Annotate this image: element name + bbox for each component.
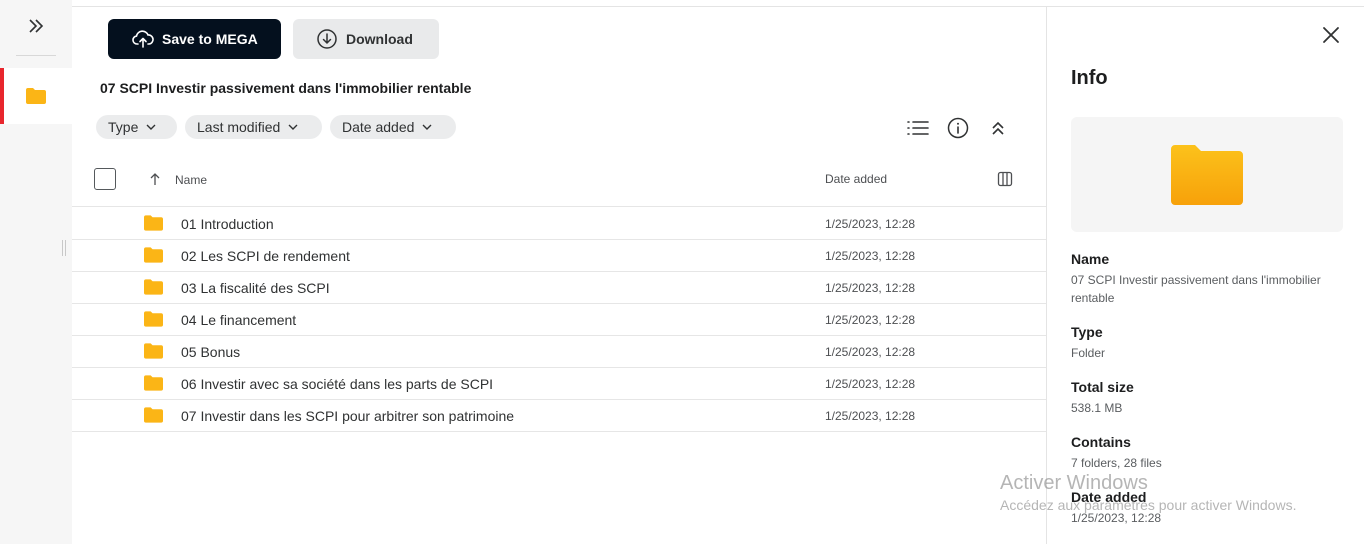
- folder-icon: [144, 407, 163, 423]
- folder-icon: [1171, 144, 1243, 205]
- folder-icon: [144, 247, 163, 263]
- info-icon: [947, 117, 969, 139]
- info-type-label: Type: [1071, 324, 1103, 340]
- row-name: 04 Le financement: [181, 312, 297, 328]
- chevron-down-icon: [146, 124, 156, 130]
- info-size-value: 538.1 MB: [1071, 401, 1123, 415]
- row-date: 1/25/2023, 12:28: [825, 217, 916, 231]
- collapse-icon: [992, 121, 1004, 135]
- save-button-label: Save to MEGA: [162, 31, 258, 47]
- folder-preview: [1071, 117, 1343, 232]
- info-contains-field: Contains 7 folders, 28 files: [1071, 434, 1341, 472]
- info-type-field: Type Folder: [1071, 324, 1341, 362]
- last-modified-filter[interactable]: Last modified: [185, 115, 322, 139]
- type-filter[interactable]: Type: [96, 115, 177, 139]
- left-rail: [0, 0, 72, 544]
- table-row[interactable]: 04 Le financement 1/25/2023, 12:28: [72, 304, 1046, 336]
- row-date: 1/25/2023, 12:28: [825, 409, 916, 423]
- row-name: 03 La fiscalité des SCPI: [181, 280, 330, 296]
- resize-handle[interactable]: [62, 240, 70, 256]
- row-date: 1/25/2023, 12:28: [825, 281, 916, 295]
- chevron-down-icon: [288, 124, 298, 130]
- list-view-button[interactable]: [906, 116, 930, 140]
- row-name: 07 Investir dans les SCPI pour arbitrer …: [181, 408, 515, 424]
- rail-divider: [16, 55, 56, 56]
- folder-icon: [144, 343, 163, 359]
- file-list: 01 Introduction 1/25/2023, 12:28 02 Les …: [72, 208, 1046, 432]
- close-icon[interactable]: [1321, 25, 1341, 45]
- info-date-field: Date added 1/25/2023, 12:28: [1071, 489, 1341, 527]
- row-name: 02 Les SCPI de rendement: [181, 248, 350, 264]
- page-title: 07 SCPI Investir passivement dans l'immo…: [100, 80, 472, 96]
- folder-icon: [144, 215, 163, 231]
- table-row[interactable]: 01 Introduction 1/25/2023, 12:28: [72, 208, 1046, 240]
- column-header-name[interactable]: Name: [175, 173, 207, 187]
- chevron-down-icon: [422, 124, 432, 130]
- row-name: 06 Investir avec sa société dans les par…: [181, 376, 494, 392]
- table-row[interactable]: 06 Investir avec sa société dans les par…: [72, 368, 1046, 400]
- list-view-icon: [907, 121, 929, 135]
- info-size-field: Total size 538.1 MB: [1071, 379, 1341, 417]
- info-date-label: Date added: [1071, 489, 1147, 505]
- info-button[interactable]: [946, 116, 970, 140]
- columns-config-icon[interactable]: [997, 171, 1013, 187]
- table-row[interactable]: 02 Les SCPI de rendement 1/25/2023, 12:2…: [72, 240, 1046, 272]
- date-added-filter-label: Date added: [342, 119, 415, 135]
- folder-icon: [26, 88, 46, 104]
- expand-sidebar-button[interactable]: [22, 12, 50, 40]
- download-button[interactable]: Download: [293, 19, 439, 59]
- cloud-drive-nav-item[interactable]: [0, 68, 72, 124]
- main-panel: Save to MEGA Download 07 SCPI Investir p…: [72, 0, 1046, 544]
- double-chevron-right-icon: [29, 19, 44, 33]
- info-contains-label: Contains: [1071, 434, 1131, 450]
- folder-icon: [144, 311, 163, 327]
- select-all-checkbox[interactable]: [94, 168, 116, 190]
- table-row[interactable]: 07 Investir dans les SCPI pour arbitrer …: [72, 400, 1046, 432]
- row-name: 05 Bonus: [181, 344, 241, 360]
- info-name-value: 07 SCPI Investir passivement dans l'immo…: [1071, 273, 1321, 305]
- folder-icon: [144, 279, 163, 295]
- save-to-mega-button[interactable]: Save to MEGA: [108, 19, 281, 59]
- info-date-value: 1/25/2023, 12:28: [1071, 511, 1162, 525]
- collapse-button[interactable]: [986, 116, 1010, 140]
- row-date: 1/25/2023, 12:28: [825, 249, 916, 263]
- row-date: 1/25/2023, 12:28: [825, 377, 916, 391]
- download-button-label: Download: [346, 31, 413, 47]
- column-header-date-added[interactable]: Date added: [825, 172, 887, 186]
- table-header: Name Date added: [72, 160, 1046, 207]
- info-name-label: Name: [1071, 251, 1110, 267]
- table-row[interactable]: 05 Bonus 1/25/2023, 12:28: [72, 336, 1046, 368]
- row-date: 1/25/2023, 12:28: [825, 313, 916, 327]
- row-name: 01 Introduction: [181, 216, 274, 232]
- sort-ascending-icon[interactable]: [148, 172, 162, 186]
- info-name-field: Name 07 SCPI Investir passivement dans l…: [1071, 251, 1341, 307]
- download-circle-icon: [317, 29, 337, 49]
- info-contains-value: 7 folders, 28 files: [1071, 456, 1162, 470]
- cloud-upload-icon: [132, 30, 154, 48]
- last-modified-filter-label: Last modified: [197, 119, 281, 135]
- info-panel: Info Name 07 SCPI Investir passivement d…: [1046, 7, 1364, 544]
- info-title: Info: [1071, 67, 1108, 89]
- row-date: 1/25/2023, 12:28: [825, 345, 916, 359]
- info-type-value: Folder: [1071, 346, 1106, 360]
- type-filter-label: Type: [108, 119, 139, 135]
- table-row[interactable]: 03 La fiscalité des SCPI 1/25/2023, 12:2…: [72, 272, 1046, 304]
- date-added-filter[interactable]: Date added: [330, 115, 456, 139]
- active-indicator: [0, 68, 4, 124]
- folder-icon: [144, 375, 163, 391]
- info-size-label: Total size: [1071, 379, 1134, 395]
